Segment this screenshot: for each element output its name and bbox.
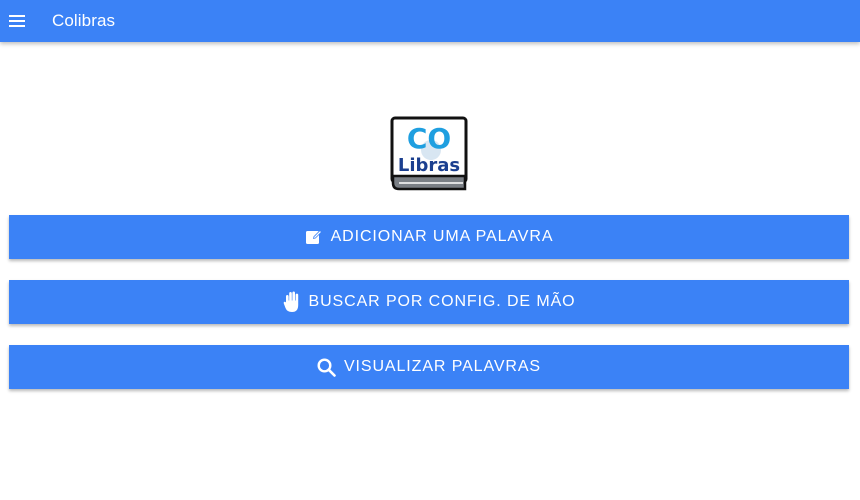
hand-icon (283, 291, 301, 313)
svg-text:CO: CO (407, 122, 451, 155)
search-hand-config-button[interactable]: BUSCAR POR CONFIG. DE MÃO (9, 280, 849, 324)
menu-icon (9, 15, 25, 27)
view-words-button[interactable]: VISUALIZAR PALAVRAS (9, 345, 849, 389)
add-word-label: ADICIONAR UMA PALAVRA (330, 228, 554, 245)
search-hand-config-label: BUSCAR POR CONFIG. DE MÃO (308, 293, 576, 310)
add-word-button[interactable]: ADICIONAR UMA PALAVRA (9, 215, 849, 259)
colibras-logo: CO Libras (389, 116, 469, 192)
edit-icon (305, 228, 323, 246)
menu-button[interactable] (0, 0, 34, 42)
view-words-label: VISUALIZAR PALAVRAS (343, 358, 541, 375)
search-icon (317, 357, 336, 377)
svg-text:Libras: Libras (398, 155, 460, 176)
app-title: Colibras (52, 11, 116, 30)
main-content: CO Libras ADICIONAR UMA PALAVRA BUSCAR P… (0, 42, 860, 500)
app-bar: Colibras (0, 0, 860, 42)
